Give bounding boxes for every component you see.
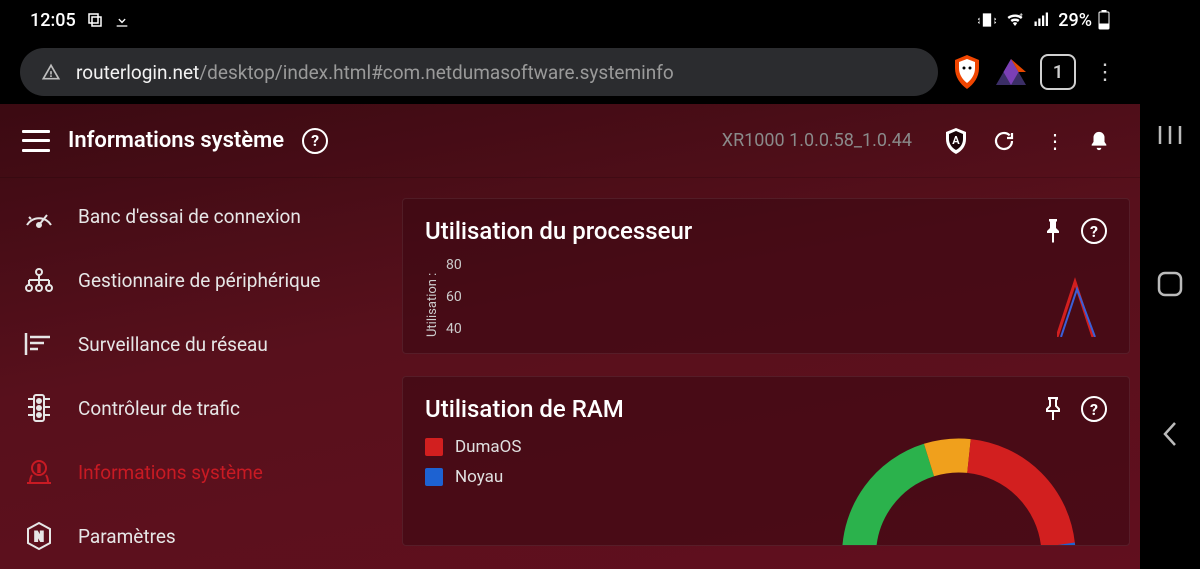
tab-count-button[interactable]: 1 — [1040, 54, 1076, 90]
swatch-blue — [425, 468, 443, 486]
svg-text:+: + — [1020, 12, 1024, 19]
url-field[interactable]: routerlogin.net/desktop/index.html#com.n… — [20, 48, 938, 96]
bat-icon[interactable] — [996, 59, 1026, 85]
svg-text:A: A — [952, 134, 960, 147]
svg-text:i: i — [38, 464, 41, 475]
help-icon[interactable]: ? — [1081, 218, 1107, 244]
armor-icon[interactable]: A — [944, 128, 974, 154]
android-nav-bar — [1140, 0, 1200, 569]
url-host: routerlogin.net — [76, 61, 199, 84]
sidebar-item-label: Banc d'essai de connexion — [78, 205, 301, 228]
y-axis-label: Utilisation : — [425, 257, 440, 337]
cpu-chart: Utilisation : 80 60 40 — [425, 257, 1107, 337]
cpu-spike — [1057, 277, 1097, 337]
clock: 12:05 — [30, 10, 76, 31]
recents-button[interactable] — [1152, 117, 1188, 153]
card-title: Utilisation du processeur — [425, 217, 1043, 245]
refresh-icon[interactable] — [992, 129, 1022, 153]
sidebar-item-label: Paramètres — [78, 525, 176, 548]
browser-menu-button[interactable]: ⋮ — [1090, 60, 1120, 85]
info-robot-icon: i — [22, 455, 56, 489]
y-ticks: 80 60 40 — [446, 257, 462, 337]
swatch-red — [425, 438, 443, 456]
firmware-label: XR1000 1.0.0.58_1.0.44 — [722, 130, 912, 151]
page-title: Informations système — [68, 128, 284, 153]
sidebar-item-label: Informations système — [78, 461, 263, 484]
sidebar-item-network-monitor[interactable]: Surveillance du réseau — [0, 312, 392, 376]
help-icon[interactable]: ? — [302, 128, 328, 154]
sidebar-item-label: Gestionnaire de périphérique — [78, 269, 320, 292]
network-icon — [22, 263, 56, 297]
app-menu-button[interactable]: ⋮ — [1040, 129, 1070, 153]
pin-icon[interactable] — [1043, 397, 1063, 421]
signal-icon — [1032, 11, 1052, 29]
app-header: Informations système ? XR1000 1.0.0.58_1… — [0, 104, 1140, 178]
pin-icon[interactable] — [1043, 219, 1063, 243]
brave-shield-icon[interactable] — [952, 55, 982, 89]
android-status-bar: 12:05 + 29% — [0, 0, 1140, 40]
sidebar-item-system-info[interactable]: i Informations système — [0, 440, 392, 504]
main-content: Utilisation du processeur ? Utilisation … — [392, 178, 1140, 569]
home-button[interactable] — [1152, 266, 1188, 302]
sidebar-item-device-manager[interactable]: Gestionnaire de périphérique — [0, 248, 392, 312]
sidebar-item-speedtest[interactable]: Banc d'essai de connexion — [0, 184, 392, 248]
sidebar-item-traffic-controller[interactable]: Contrôleur de trafic — [0, 376, 392, 440]
vibrate-icon — [976, 10, 998, 30]
app-root: Informations système ? XR1000 1.0.0.58_1… — [0, 104, 1140, 569]
ram-gauge — [829, 425, 1089, 546]
wifi-icon: + — [1004, 11, 1026, 29]
ram-card: Utilisation de RAM ? DumaOS — [402, 376, 1130, 546]
url-path: /desktop/index.html#com.netdumasoftware.… — [199, 61, 673, 84]
menu-button[interactable] — [22, 130, 50, 152]
gauge-icon — [22, 199, 56, 233]
bars-icon — [22, 327, 56, 361]
battery-icon — [1098, 10, 1110, 30]
notifications-icon[interactable] — [1088, 129, 1118, 153]
download-icon — [114, 11, 130, 29]
sidebar-item-settings[interactable]: N Paramètres — [0, 504, 392, 568]
sidebar-item-label: Contrôleur de trafic — [78, 397, 240, 420]
traffic-light-icon — [22, 391, 56, 425]
help-icon[interactable]: ? — [1081, 396, 1107, 422]
cpu-card: Utilisation du processeur ? Utilisation … — [402, 198, 1130, 354]
screenshot-icon — [86, 11, 104, 29]
sidebar: Banc d'essai de connexion Gestionnaire d… — [0, 178, 392, 569]
back-button[interactable] — [1152, 416, 1188, 452]
battery-percent: 29% — [1058, 10, 1092, 31]
browser-url-bar: routerlogin.net/desktop/index.html#com.n… — [0, 40, 1140, 104]
svg-text:N: N — [34, 530, 43, 545]
netgear-icon: N — [22, 519, 56, 553]
insecure-icon — [40, 62, 62, 82]
card-title: Utilisation de RAM — [425, 395, 1043, 423]
sidebar-item-label: Surveillance du réseau — [78, 333, 268, 356]
